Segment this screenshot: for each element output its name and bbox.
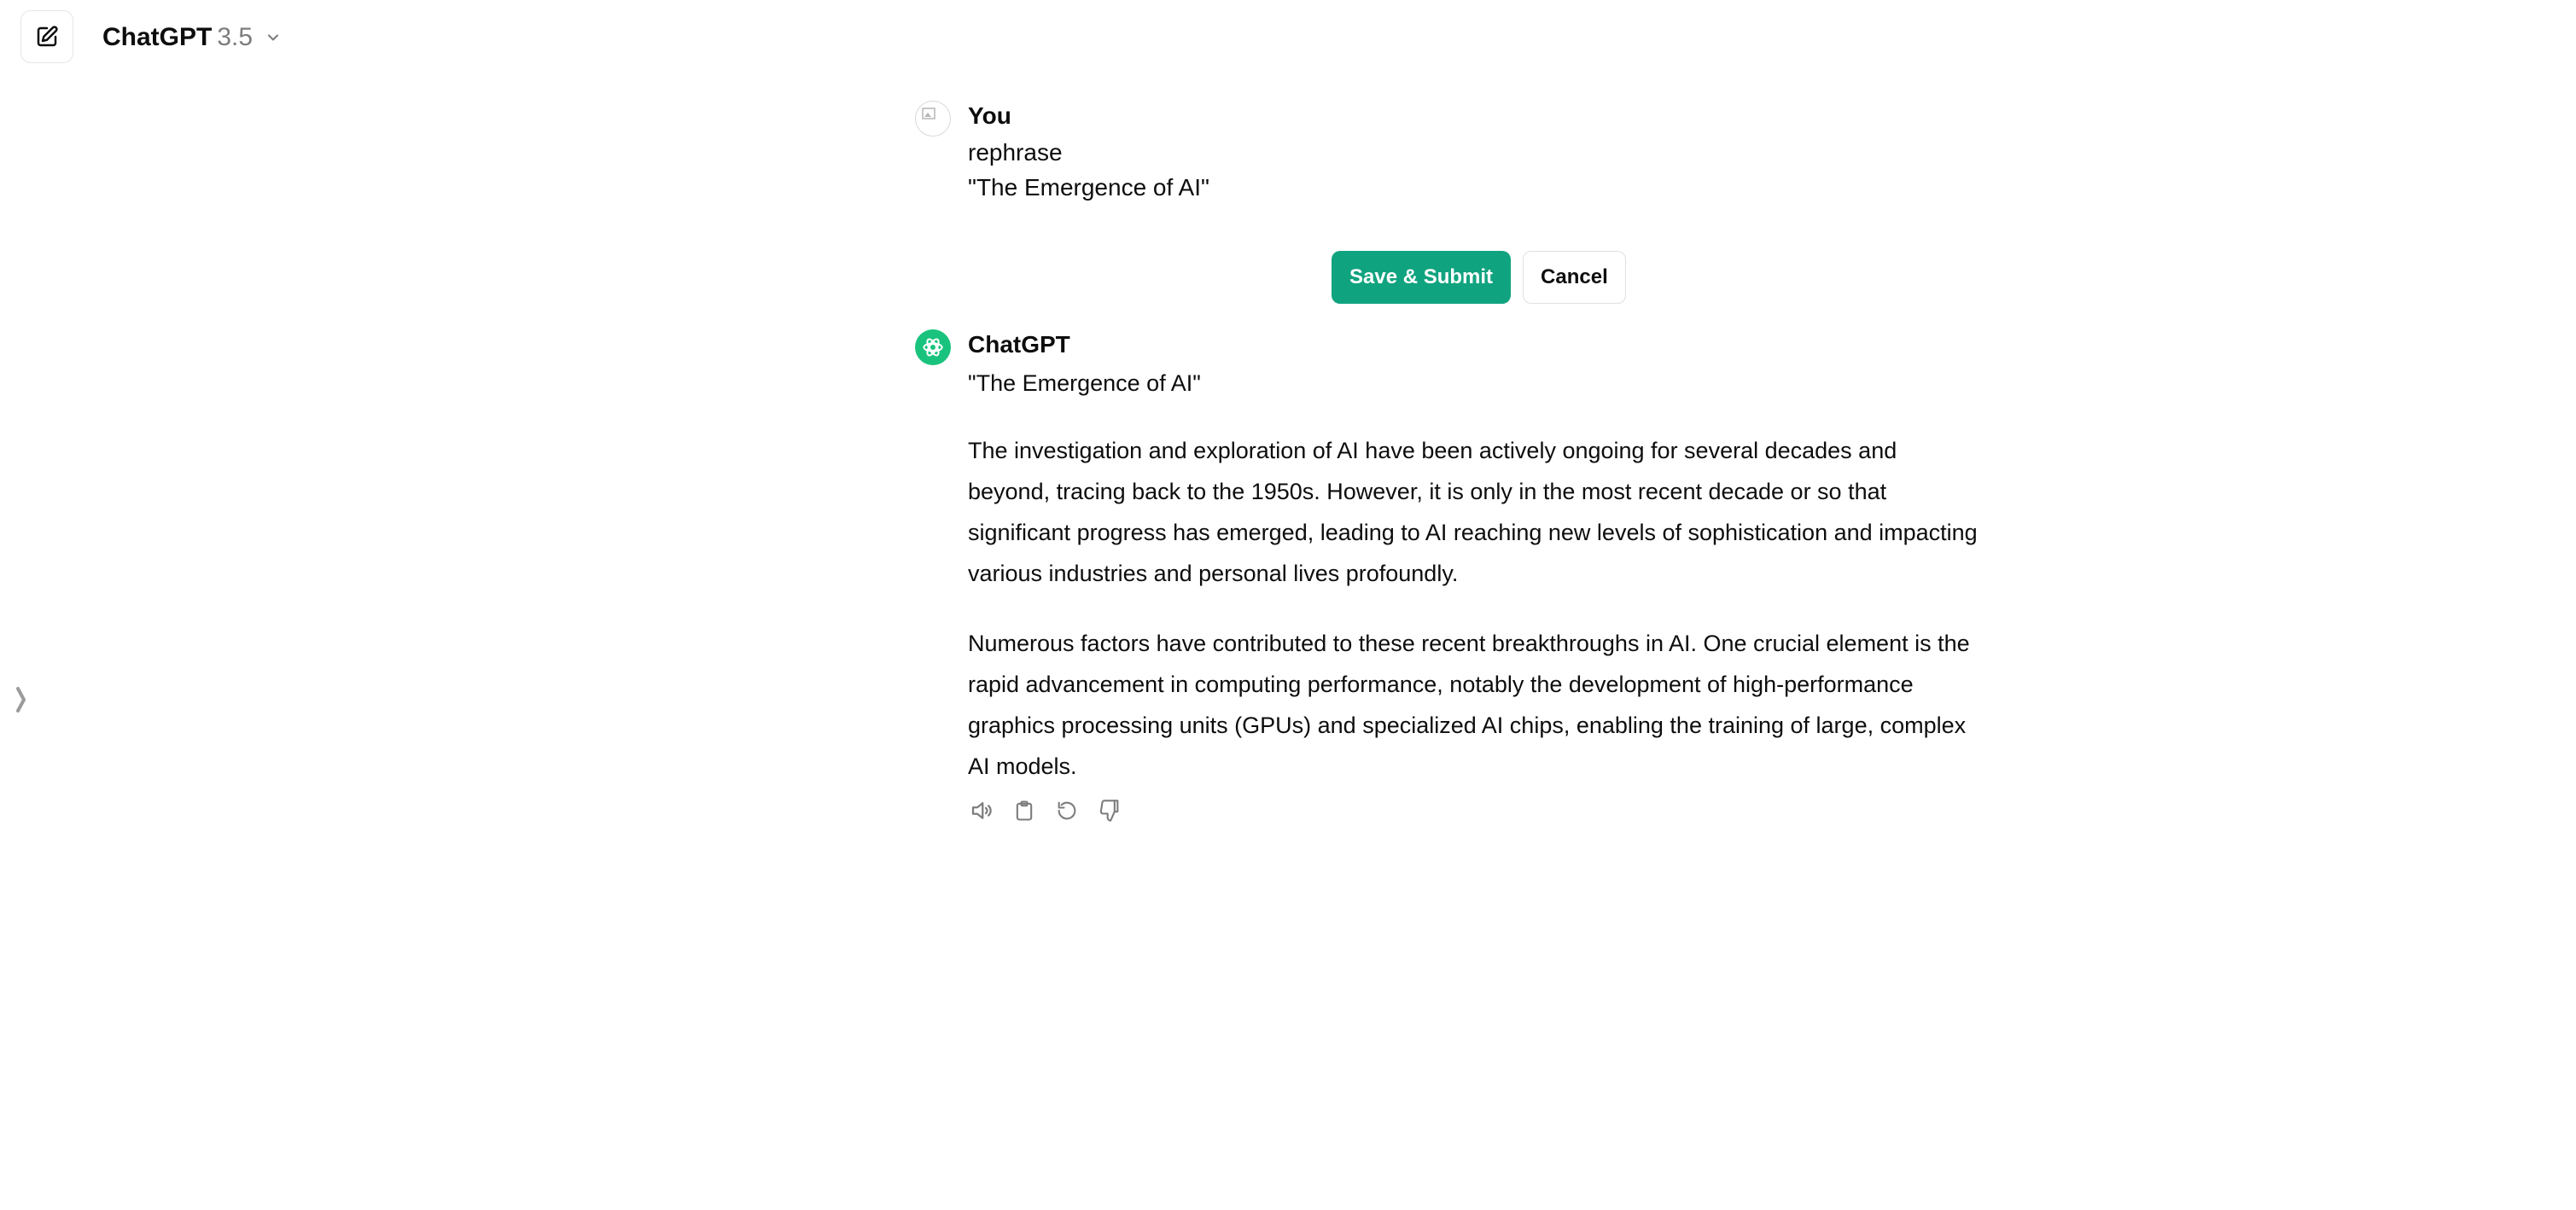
model-name: ChatGPT (102, 23, 213, 51)
message-actions (968, 797, 1123, 824)
cancel-button[interactable]: Cancel (1523, 251, 1626, 304)
new-chat-button[interactable] (20, 10, 73, 63)
thumbs-down-icon[interactable] (1096, 797, 1123, 824)
message-edit-field[interactable]: rephrase "The Emergence of AI" (968, 135, 1617, 205)
open-sidebar-button[interactable] (12, 683, 31, 717)
message-paragraph: Numerous factors have contributed to the… (968, 631, 1970, 779)
assistant-message: "The Emergence of AI" The investigation … (968, 365, 1984, 816)
sidebar-toggle-icon (15, 685, 28, 714)
chatgpt-avatar (915, 329, 951, 365)
chevron-down-icon (265, 29, 282, 46)
model-version: 3.5 (217, 23, 254, 51)
edit-icon (34, 24, 60, 49)
regenerate-icon[interactable] (1053, 797, 1081, 824)
clipboard-icon[interactable] (1011, 797, 1038, 824)
assistant-name: ChatGPT (968, 331, 1070, 358)
user-name: You (968, 102, 1011, 129)
user-avatar (915, 101, 951, 137)
message-paragraph: The investigation and exploration of AI … (968, 438, 1978, 586)
model-selector[interactable]: ChatGPT 3.5 (102, 19, 282, 56)
edit-button-row: Save & Submit Cancel (1332, 251, 1626, 304)
message-paragraph: "The Emergence of AI" (968, 370, 1201, 396)
speaker-icon[interactable] (968, 797, 995, 824)
save-submit-button[interactable]: Save & Submit (1332, 251, 1512, 304)
chat-page: ChatGPT 3.5 You rephrase "The Emergence … (0, 0, 2576, 1210)
openai-logo-icon (920, 334, 946, 360)
